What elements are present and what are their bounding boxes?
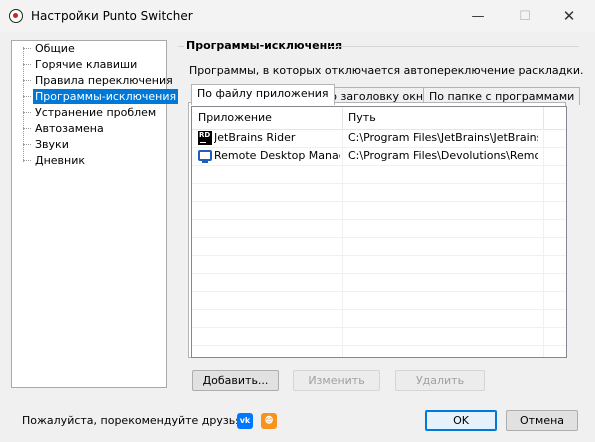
description-text: Программы, в которых отключается автопер… bbox=[189, 64, 584, 77]
list-cell-app: Remote Desktop Manager bbox=[214, 149, 340, 162]
tree-item-label: Правила переключения bbox=[35, 74, 173, 87]
recommend-text: Пожалуйста, порекомендуйте друзьям: bbox=[22, 414, 254, 427]
tab-by-app-file[interactable]: По файлу приложения bbox=[191, 84, 335, 105]
list-row-empty bbox=[192, 255, 566, 274]
list-row-empty bbox=[192, 183, 566, 202]
group-border bbox=[178, 46, 184, 47]
ok-button[interactable]: OK bbox=[425, 410, 497, 431]
tree-item-label: Автозамена bbox=[35, 122, 104, 135]
settings-tree[interactable]: Общие Горячие клавиши Правила переключен… bbox=[11, 40, 179, 388]
list-cell-path: C:\Program Files\Devolutions\Remot... bbox=[348, 149, 538, 162]
punto-switcher-icon bbox=[9, 9, 23, 23]
list-row-empty bbox=[192, 327, 566, 346]
cancel-button[interactable]: Отмена bbox=[506, 410, 578, 431]
column-divider[interactable] bbox=[543, 107, 544, 129]
tree-branch-line bbox=[23, 112, 31, 113]
column-header-path[interactable]: Путь bbox=[342, 107, 538, 129]
delete-button[interactable]: Удалить bbox=[395, 370, 485, 391]
list-cell-app: JetBrains Rider bbox=[214, 131, 296, 144]
edit-button[interactable]: Изменить bbox=[293, 370, 380, 391]
tree-item-label: Дневник bbox=[35, 154, 86, 167]
tree-item-label: Общие bbox=[35, 42, 75, 55]
list-row-empty bbox=[192, 291, 566, 310]
minimize-button[interactable]: — bbox=[467, 6, 489, 26]
maximize-button[interactable]: ☐ bbox=[514, 6, 536, 26]
window-title: Настройки Punto Switcher bbox=[31, 9, 193, 23]
title-bar: Настройки Punto Switcher — ☐ ✕ bbox=[0, 0, 595, 32]
tree-item-label: Устранение проблем bbox=[35, 106, 157, 119]
tree-item-label: Горячие клавиши bbox=[35, 58, 138, 71]
list-row-empty bbox=[192, 309, 566, 328]
list-cell-path: C:\Program Files\JetBrains\JetBrains... bbox=[348, 131, 538, 144]
list-row-empty bbox=[192, 219, 566, 238]
tree-branch-line bbox=[23, 48, 31, 49]
add-button[interactable]: Добавить... bbox=[192, 370, 279, 391]
tree-branch-line bbox=[23, 128, 31, 129]
tree-branch-line bbox=[23, 144, 31, 145]
list-row[interactable]: RD JetBrains Rider C:\Program Files\JetB… bbox=[192, 129, 566, 148]
list-row-empty bbox=[192, 237, 566, 256]
tree-item-label: Звуки bbox=[35, 138, 69, 151]
list-row-empty bbox=[192, 165, 566, 184]
odnoklassniki-icon[interactable]: ꔮ bbox=[261, 413, 277, 429]
list-header: Приложение Путь bbox=[192, 107, 566, 130]
list-row[interactable]: Remote Desktop Manager C:\Program Files\… bbox=[192, 147, 566, 166]
remote-desktop-manager-icon bbox=[198, 150, 212, 163]
exceptions-list[interactable]: Приложение Путь RD JetBrains Rider C:\Pr… bbox=[191, 106, 567, 358]
vk-icon[interactable]: vk bbox=[237, 413, 253, 429]
tree-branch-line bbox=[23, 64, 31, 65]
list-row-empty bbox=[192, 273, 566, 292]
jetbrains-rider-icon: RD bbox=[198, 131, 212, 145]
column-header-application[interactable]: Приложение bbox=[192, 107, 343, 129]
tree-branch-line bbox=[23, 160, 31, 161]
tree-item-label: Программы-исключения bbox=[33, 89, 179, 104]
close-button[interactable]: ✕ bbox=[558, 6, 580, 26]
group-title: Программы-исключения bbox=[186, 39, 343, 52]
list-row-empty bbox=[192, 201, 566, 220]
tree-branch-line bbox=[23, 80, 31, 81]
tree-branch-line bbox=[23, 96, 31, 97]
group-border bbox=[329, 46, 579, 47]
